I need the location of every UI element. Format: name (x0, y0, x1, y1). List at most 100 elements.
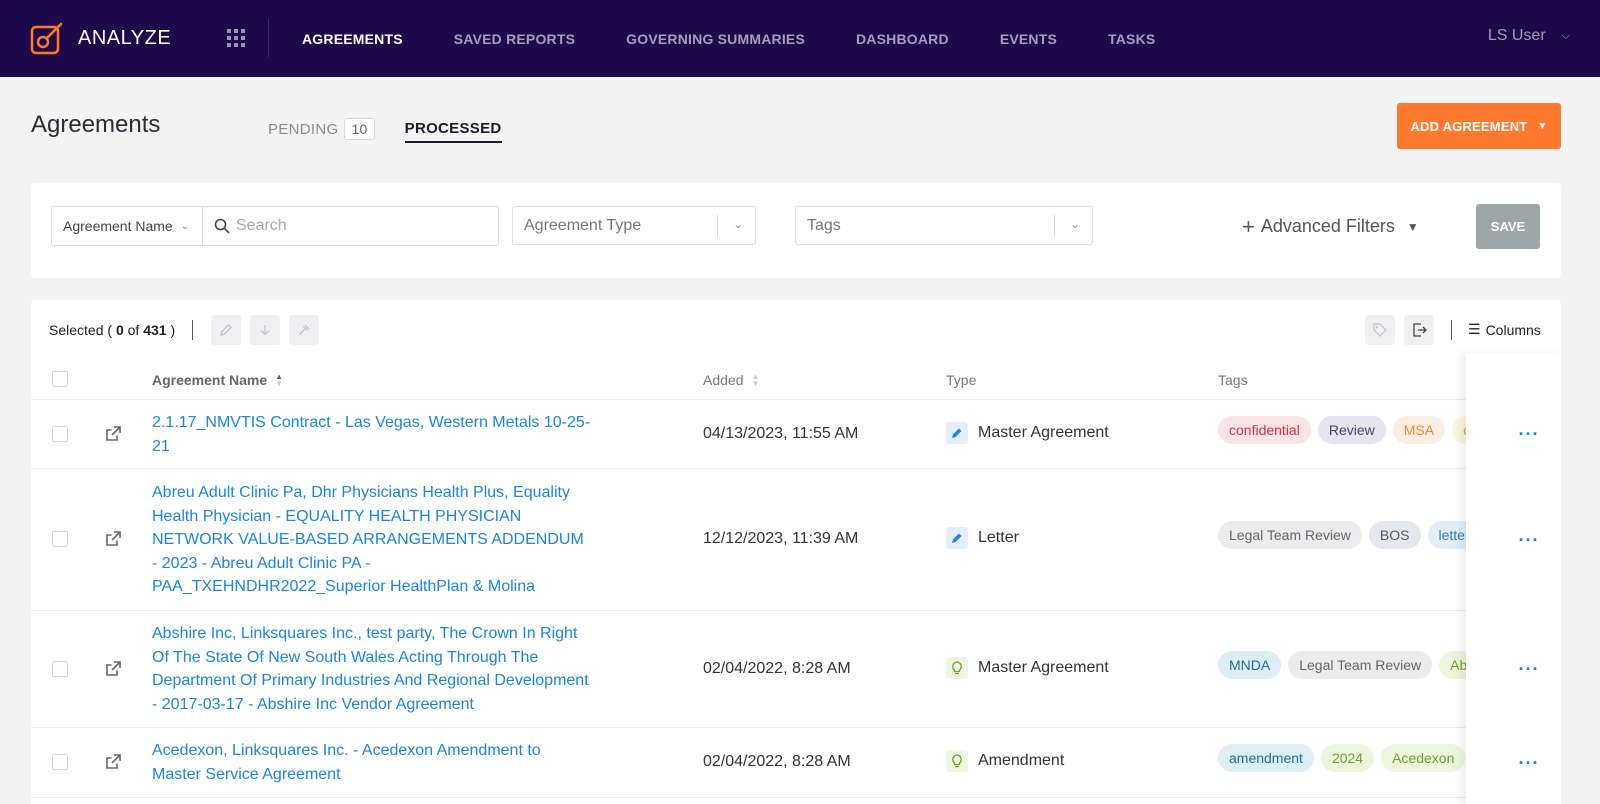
nav-item-dashboard[interactable]: DASHBOARD (856, 31, 949, 47)
column-header-tags: Tags (1218, 372, 1248, 388)
column-header-added[interactable]: Added ▲ ▼ (703, 372, 759, 388)
tag-chip[interactable]: Legal Team Review (1218, 521, 1362, 549)
agreement-name-link[interactable]: Acedexon, Linksquares Inc. - Acedexon Am… (152, 739, 592, 786)
tag-chip[interactable]: Review (1317, 416, 1386, 444)
agreement-type: Letter (946, 527, 1019, 549)
added-date: 02/04/2022, 8:28 AM (703, 753, 851, 770)
download-icon (260, 325, 270, 336)
row-checkbox[interactable] (52, 754, 68, 770)
app-grid-icon[interactable] (227, 29, 245, 47)
toolbar-divider (192, 320, 193, 340)
save-filters-button[interactable]: SAVE (1476, 204, 1540, 249)
user-menu[interactable]: LS User ⌵ (1488, 27, 1570, 45)
row-more-actions-button[interactable]: ··· (1514, 419, 1544, 449)
tag-button[interactable] (1365, 315, 1395, 345)
open-external-icon[interactable] (103, 659, 123, 679)
tags-select[interactable]: Tags ⌄ (795, 206, 1093, 245)
agreements-table: Selected ( 0 of 431 ) ☰ Columns Agreemen… (31, 300, 1561, 804)
pencil-icon (946, 527, 968, 549)
table-header: Agreement Name ▲ ▼ Added ▲ ▼ Type Tags (31, 360, 1561, 400)
advanced-filters-label: Advanced Filters (1260, 216, 1395, 236)
column-header-name[interactable]: Agreement Name ▲ ▼ (152, 372, 283, 388)
total-count: 431 (143, 322, 167, 338)
bulk-assign-button[interactable] (289, 315, 319, 345)
tag-chip[interactable]: 2024 (1320, 744, 1375, 772)
columns-label: Columns (1485, 321, 1541, 338)
search-field-select[interactable]: Agreement Name ⌄ (51, 206, 203, 246)
bulk-download-button[interactable] (250, 315, 280, 345)
tag-chip[interactable]: MNDA (1218, 651, 1282, 679)
page-title: Agreements (31, 111, 161, 138)
agreement-type-label: Amendment (978, 752, 1065, 769)
app-name: ANALYZE (78, 26, 172, 49)
select-separator (1054, 215, 1055, 237)
pencil-icon (220, 324, 232, 336)
row-checkbox[interactable] (52, 661, 68, 677)
export-button[interactable] (1404, 315, 1434, 345)
pending-count-badge: 10 (344, 118, 375, 140)
nav-item-agreements[interactable]: AGREEMENTS (302, 31, 403, 47)
selection-suffix: ) (170, 322, 176, 338)
brand[interactable]: ANALYZE (30, 21, 171, 55)
tag-chip[interactable]: Legal Team Review (1288, 651, 1433, 679)
tag-chip[interactable]: Abs (1439, 651, 1468, 679)
tab-pending[interactable]: PENDING 10 (268, 118, 375, 144)
agreement-type-label: Master Agreement (978, 659, 1109, 676)
chevron-down-icon: ⌄ (732, 217, 743, 231)
selection-count: Selected ( 0 of 431 ) (49, 322, 175, 338)
open-external-icon[interactable] (103, 752, 123, 772)
tag-chip[interactable]: BOS (1368, 521, 1421, 549)
tag-list: confidential Review MSA co (1218, 416, 1468, 444)
bulk-edit-button[interactable] (211, 315, 241, 345)
agreement-name-link[interactable]: Abshire Inc, Linksquares Inc., test part… (152, 622, 592, 716)
open-external-icon[interactable] (103, 424, 123, 444)
row-checkbox[interactable] (52, 531, 68, 547)
analyze-logo-icon (30, 22, 63, 55)
search-input[interactable] (236, 217, 476, 235)
agreement-name-link[interactable]: Abreu Adult Clinic Pa, Dhr Physicians He… (152, 481, 592, 599)
column-header-type: Type (946, 372, 977, 388)
select-all-checkbox[interactable] (52, 371, 68, 387)
columns-button[interactable]: ☰ Columns (1468, 321, 1541, 338)
added-date: 02/04/2022, 8:28 AM (703, 660, 851, 677)
tag-chip[interactable]: confidential (1218, 416, 1311, 444)
caret-down-icon: ▼ (1406, 219, 1419, 234)
table-row: Acedexon, Linksquares Inc. - Acedexon Am… (31, 728, 1561, 798)
advanced-filters-toggle[interactable]: + Advanced Filters ▼ (1242, 213, 1419, 239)
row-checkbox[interactable] (52, 426, 68, 442)
nav-item-events[interactable]: EVENTS (1000, 31, 1057, 47)
row-more-actions-button[interactable]: ··· (1514, 525, 1544, 555)
table-row: 2.1.17_NMVTIS Contract - Las Vegas, West… (31, 400, 1561, 469)
agreement-name-link[interactable]: 2.1.17_NMVTIS Contract - Las Vegas, West… (152, 411, 592, 458)
tag-chip[interactable]: letter (1427, 521, 1468, 549)
tag-chip[interactable]: Acedexon (1381, 744, 1466, 772)
tag-chip[interactable]: MSA (1392, 416, 1446, 444)
lightbulb-icon (946, 657, 968, 679)
user-name: LS User (1487, 27, 1546, 44)
top-nav: ANALYZE AGREEMENTS SAVED REPORTS GOVERNI… (0, 0, 1600, 77)
sort-icon: ▲ ▼ (275, 372, 284, 388)
nav-divider (268, 19, 269, 57)
table-row: Abreu Adult Clinic Pa, Dhr Physicians He… (31, 469, 1561, 611)
added-date: 12/12/2023, 11:39 AM (703, 530, 859, 547)
agreement-type-select[interactable]: Agreement Type ⌄ (512, 206, 756, 245)
search-icon (214, 218, 230, 234)
nav-item-saved-reports[interactable]: SAVED REPORTS (454, 31, 575, 47)
row-more-actions-button[interactable]: ··· (1514, 654, 1544, 684)
open-external-icon[interactable] (103, 529, 123, 549)
agreement-type: Amendment (946, 750, 1064, 772)
toolbar-divider (1451, 320, 1452, 340)
plus-icon: + (1242, 213, 1255, 239)
nav-item-tasks[interactable]: TASKS (1108, 31, 1155, 47)
agreement-type-label: Letter (978, 529, 1019, 546)
agreement-type: Master Agreement (946, 422, 1109, 444)
column-header-name-label: Agreement Name (152, 372, 268, 388)
tab-processed[interactable]: PROCESSED (404, 119, 502, 143)
tab-processed-label: PROCESSED (404, 119, 502, 137)
sort-icon: ▲ ▼ (751, 372, 760, 388)
nav-item-governing-summaries[interactable]: GOVERNING SUMMARIES (626, 31, 805, 47)
add-agreement-button[interactable]: ADD AGREEMENT ▼ (1397, 103, 1561, 149)
row-more-actions-button[interactable]: ··· (1514, 748, 1544, 778)
tag-chip[interactable]: amendment (1218, 744, 1314, 772)
table-toolbar: Selected ( 0 of 431 ) ☰ Columns (31, 300, 1561, 360)
